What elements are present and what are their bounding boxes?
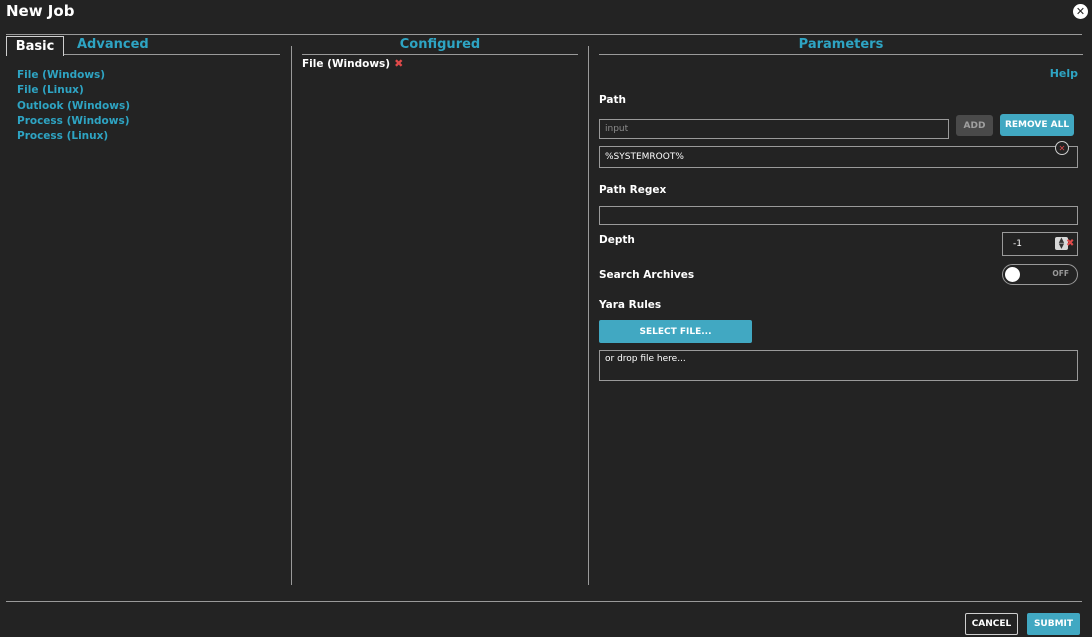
- submit-button[interactable]: SUBMIT: [1027, 613, 1080, 635]
- path-label: Path: [599, 94, 626, 106]
- job-type-list: File (Windows) File (Linux) Outlook (Win…: [17, 68, 130, 144]
- file-drop-zone[interactable]: or drop file here...: [599, 350, 1078, 381]
- configured-item-label: File (Windows): [302, 57, 391, 70]
- configured-header-underline: [302, 54, 578, 55]
- toggle-knob: [1005, 267, 1020, 282]
- job-type-process-windows[interactable]: Process (Windows): [17, 114, 130, 129]
- header-divider: [6, 34, 1082, 35]
- configured-item[interactable]: File (Windows) ✖: [302, 57, 403, 70]
- column-divider-right: [588, 46, 589, 585]
- yara-rules-label: Yara Rules: [599, 299, 662, 311]
- job-type-outlook-windows[interactable]: Outlook (Windows): [17, 99, 130, 114]
- clear-depth-icon[interactable]: ✖: [1066, 238, 1074, 249]
- dialog-title: New Job: [6, 2, 75, 20]
- column-divider-left: [291, 46, 292, 585]
- search-archives-label: Search Archives: [599, 269, 695, 281]
- tab-underline: [64, 54, 280, 55]
- parameters-header: Parameters: [798, 37, 884, 52]
- remove-path-value-icon[interactable]: ✕: [1055, 141, 1069, 155]
- remove-x-icon[interactable]: ✖: [394, 57, 403, 70]
- search-archives-toggle[interactable]: OFF: [1002, 264, 1078, 285]
- depth-value: -1: [1013, 239, 1022, 249]
- close-icon[interactable]: ✕: [1073, 4, 1088, 19]
- add-button[interactable]: ADD: [956, 115, 993, 136]
- tab-advanced[interactable]: Advanced: [77, 37, 149, 52]
- job-type-process-linux[interactable]: Process (Linux): [17, 129, 130, 144]
- configured-header: Configured: [399, 37, 481, 52]
- select-file-button[interactable]: SELECT FILE...: [599, 320, 752, 343]
- path-value-item: %SYSTEMROOT%: [599, 146, 1078, 168]
- path-regex-label: Path Regex: [599, 184, 667, 196]
- path-regex-input[interactable]: [599, 206, 1078, 225]
- help-link[interactable]: Help: [1050, 67, 1078, 80]
- depth-label: Depth: [599, 234, 635, 246]
- footer-divider: [6, 601, 1082, 602]
- toggle-state-label: OFF: [1052, 269, 1069, 278]
- remove-all-button[interactable]: REMOVE ALL: [1000, 114, 1074, 136]
- job-type-file-linux[interactable]: File (Linux): [17, 83, 130, 98]
- cancel-button[interactable]: CANCEL: [965, 613, 1018, 635]
- parameters-header-underline: [599, 54, 1083, 55]
- path-input[interactable]: [599, 119, 949, 139]
- job-type-file-windows[interactable]: File (Windows): [17, 68, 130, 83]
- tab-basic[interactable]: Basic: [6, 36, 64, 56]
